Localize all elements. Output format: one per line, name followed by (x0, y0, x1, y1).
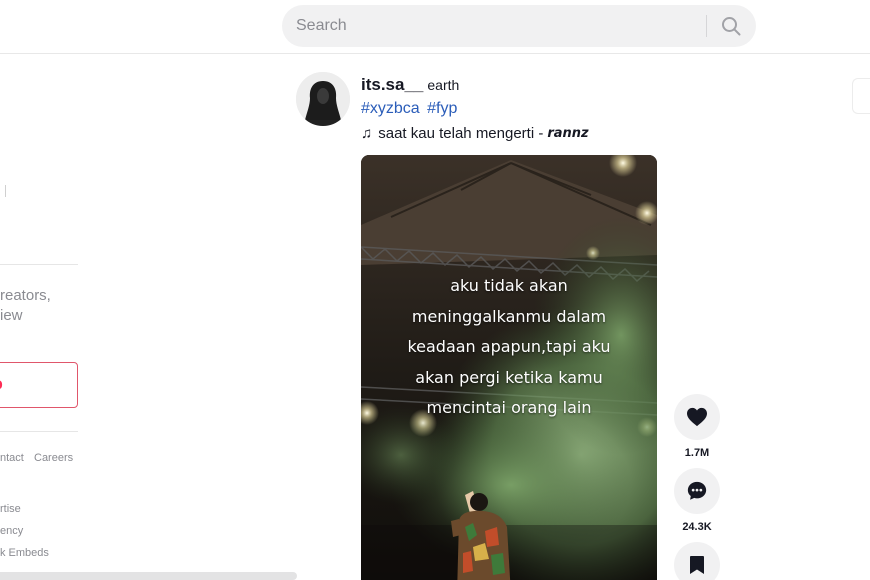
video-post: its.sa__ earth #xyzbca #fyp ♫ saat kau te… (296, 72, 856, 580)
hashtag-link[interactable]: #xyzbca (361, 100, 420, 117)
bookmark-icon (690, 556, 704, 574)
sidebar-scrollbar[interactable] (0, 572, 297, 580)
search-input[interactable] (296, 5, 706, 47)
music-title: saat kau telah mengerti - (378, 125, 544, 142)
hashtag-link[interactable]: #fyp (427, 100, 457, 117)
footer-link-transparency[interactable]: ency (0, 525, 23, 537)
like-count: 1.7M (684, 447, 710, 459)
comment-icon (687, 481, 707, 500)
author-nickname: earth (427, 77, 460, 93)
login-button-label: p (0, 376, 3, 394)
avatar[interactable] (296, 72, 350, 126)
footer-link-advertise[interactable]: rtise (0, 503, 21, 515)
music-note-icon: ♫ (361, 125, 373, 142)
footer-link-careers[interactable]: Careers (34, 452, 73, 464)
author-line: its.sa__ earth (361, 75, 459, 95)
heart-icon (687, 407, 707, 427)
comment-count: 24.3K (682, 521, 712, 533)
save-button[interactable] (674, 542, 720, 580)
author-username[interactable]: its.sa__ (361, 75, 423, 94)
login-prompt-text: reators, iew (0, 287, 51, 324)
avatar-image (296, 72, 350, 126)
music-link[interactable]: ♫ saat kau telah mengerti - rannz (361, 125, 589, 142)
search-divider (706, 15, 707, 37)
sidebar-divider (0, 264, 78, 265)
video-caption: aku tidak akan meninggalkanmu dalam kead… (407, 276, 611, 417)
search-icon (722, 17, 741, 36)
left-sidebar: reators, iew p ntact Careers rtise ency … (0, 55, 300, 580)
search-button[interactable] (716, 12, 746, 40)
footer-link-embeds[interactable]: k Embeds (0, 547, 49, 559)
hashtag-list: #xyzbca #fyp (361, 100, 460, 118)
sidebar-fragment (0, 185, 6, 197)
search-bar (282, 5, 756, 47)
footer-link-contact[interactable]: ntact (0, 452, 24, 464)
follow-button[interactable] (852, 78, 870, 114)
comment-button[interactable] (674, 468, 720, 514)
like-button[interactable] (674, 394, 720, 440)
login-button[interactable]: p (0, 362, 78, 408)
music-artist: rannz (547, 126, 589, 141)
sidebar-divider (0, 431, 78, 432)
top-bar (0, 0, 870, 54)
video-player[interactable]: aku tidak akan meninggalkanmu dalam kead… (361, 155, 657, 580)
